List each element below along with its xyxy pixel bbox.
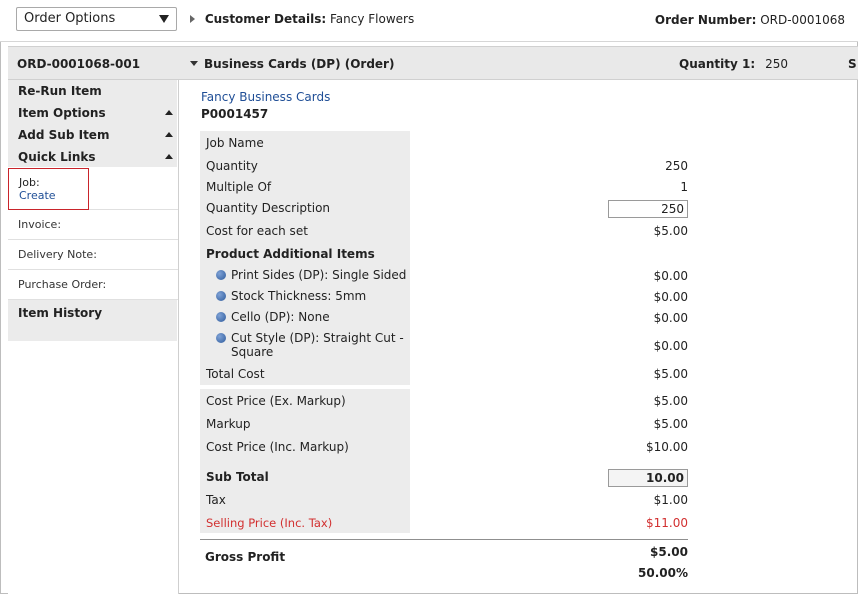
collapse-arrow-icon (190, 61, 198, 66)
quantity-label: Quantity 1: (679, 57, 756, 71)
additional-item: Cello (DP): None (216, 310, 330, 324)
multiple-of-value: 1 (680, 180, 688, 194)
cost-each-value: $5.00 (653, 224, 688, 238)
additional-item-label-continued: Square (231, 345, 274, 359)
quick-link-delivery-note[interactable]: Delivery Note: (8, 240, 178, 270)
header-overflow-text: S (848, 57, 857, 71)
tax-value: $1.00 (653, 493, 688, 507)
dropdown-caret-icon (159, 15, 169, 23)
additional-item-value: $0.00 (653, 290, 688, 304)
cost-inc-markup-label: Cost Price (Inc. Markup) (206, 440, 349, 454)
multiple-of-label: Multiple Of (206, 180, 272, 194)
sidebar-item-add-sub-item[interactable]: Add Sub Item (8, 124, 177, 146)
collapse-up-icon (165, 132, 173, 137)
quick-link-job: Job: Create (8, 167, 178, 210)
order-options-value: Order Options (24, 11, 116, 26)
gross-profit-value: $5.00 (650, 545, 688, 559)
additional-item-value: $0.00 (653, 269, 688, 283)
additional-item-label: Print Sides (DP): Single Sided (231, 268, 407, 282)
sidebar-item-label: Add Sub Item (18, 128, 110, 142)
quick-link-purchase-order[interactable]: Purchase Order: (8, 270, 178, 300)
additional-item: Print Sides (DP): Single Sided (216, 268, 406, 282)
quantity-description-label: Quantity Description (206, 201, 331, 215)
quantity-description-input[interactable]: 250 (608, 200, 688, 218)
sidebar-item-rerun[interactable]: Re-Run Item (8, 80, 177, 102)
selling-price-label: Selling Price (Inc. Tax) (206, 516, 333, 530)
quantity-summary: Quantity 1: 250 (679, 57, 788, 71)
collapse-up-icon (165, 110, 173, 115)
item-header: ORD-0001068-001 Business Cards (DP) (Ord… (8, 46, 858, 80)
sub-total-input[interactable]: 10.00 (608, 469, 688, 487)
customer-name: Fancy Flowers (329, 12, 415, 26)
additional-item-label: Cut Style (DP): Straight Cut - (231, 331, 404, 345)
additional-item: Stock Thickness: 5mm (216, 289, 366, 303)
gross-profit-percent: 50.00% (638, 566, 688, 580)
sidebar-item-item-options[interactable]: Item Options (8, 102, 177, 124)
job-label: Job: (19, 176, 40, 189)
quantity-label: Quantity (206, 159, 258, 173)
quick-link-invoice[interactable]: Invoice: (8, 210, 178, 240)
additional-item: Cut Style (DP): Straight Cut - (216, 331, 404, 345)
cost-ex-markup-label: Cost Price (Ex. Markup) (206, 394, 346, 408)
cost-inc-markup-value: $10.00 (646, 440, 688, 454)
gross-profit-label: Gross Profit (205, 550, 286, 564)
bullet-icon (216, 333, 226, 343)
job-create-link[interactable]: Create (19, 189, 56, 202)
expand-arrow-icon (190, 15, 195, 23)
additional-items-heading: Product Additional Items (206, 247, 375, 261)
quantity-value: 250 (665, 159, 688, 173)
order-number-value: ORD-0001068 (760, 13, 845, 27)
total-cost-value: $5.00 (653, 367, 688, 381)
customer-details-label: Customer Details: (204, 12, 327, 26)
sidebar-item-history[interactable]: Item History (8, 300, 177, 341)
additional-item-value: $0.00 (653, 311, 688, 325)
sidebar-item-quick-links[interactable]: Quick Links (8, 146, 177, 168)
cost-each-label: Cost for each set (206, 224, 308, 238)
quantity-value: 250 (765, 57, 789, 71)
sub-total-label: Sub Total (206, 470, 269, 484)
markup-label: Markup (206, 417, 251, 431)
product-title: Business Cards (DP) (Order) (204, 57, 395, 71)
sidebar-item-label: Re-Run Item (18, 84, 102, 98)
tax-label: Tax (206, 493, 226, 507)
selling-price-value: $11.00 (646, 516, 688, 530)
additional-item-label: Cello (DP): None (231, 310, 330, 324)
divider (200, 539, 688, 540)
sidebar-actions: Re-Run Item Item Options Add Sub Item Qu… (8, 80, 177, 167)
order-number: Order Number: ORD-0001068 (655, 13, 845, 27)
cost-ex-markup-value: $5.00 (653, 394, 688, 408)
order-options-select[interactable]: Order Options (16, 7, 177, 31)
markup-value: $5.00 (653, 417, 688, 431)
totals-panel (200, 389, 410, 533)
job-name-label: Job Name (206, 136, 264, 150)
bullet-icon (216, 312, 226, 322)
collapse-up-icon (165, 154, 173, 159)
sidebar: Re-Run Item Item Options Add Sub Item Qu… (8, 80, 179, 594)
customer-details[interactable]: Customer Details: Fancy Flowers (190, 12, 414, 26)
job-highlight-box: Job: Create (8, 168, 89, 210)
bullet-icon (216, 291, 226, 301)
item-code: ORD-0001068-001 (17, 57, 141, 71)
product-title-toggle[interactable]: Business Cards (DP) (Order) (190, 57, 394, 71)
additional-item-value: $0.00 (653, 339, 688, 353)
sidebar-item-label: Quick Links (18, 150, 96, 164)
order-number-label: Order Number: (654, 13, 757, 27)
bullet-icon (216, 270, 226, 280)
product-code: P0001457 (201, 107, 269, 121)
sidebar-item-label: Item Options (18, 106, 106, 120)
product-name-link[interactable]: Fancy Business Cards (201, 90, 330, 104)
top-bar: Order Options Customer Details: Fancy Fl… (0, 0, 858, 42)
total-cost-label: Total Cost (206, 367, 265, 381)
additional-item-label: Stock Thickness: 5mm (231, 289, 367, 303)
